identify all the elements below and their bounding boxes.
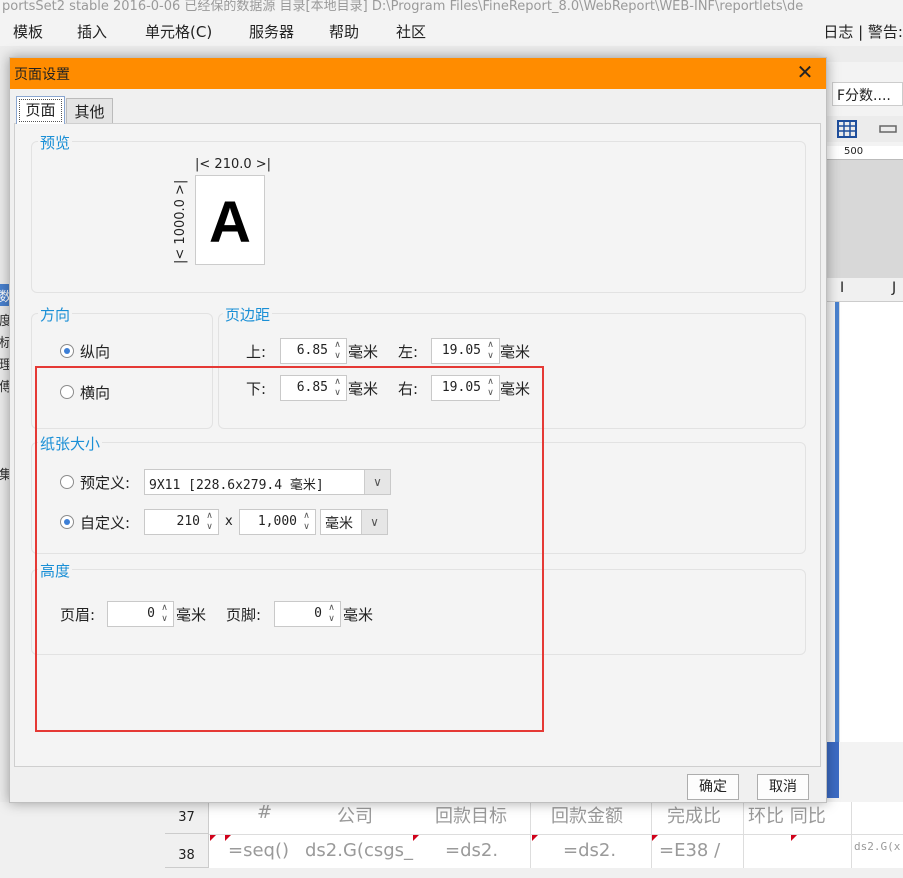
app-title-bar: portsSet2 stable 2016-0-06 已经保的数据源 目录[本地…: [0, 0, 903, 14]
preview-glyph: A: [209, 190, 251, 255]
highlight-box: [35, 366, 544, 732]
margin-top-input[interactable]: 6.85 ∧ ∨: [280, 338, 347, 364]
preview-width-dimension: |< 210.0 >|: [195, 157, 272, 172]
preview-label: 预览: [38, 132, 73, 153]
cell[interactable]: ds2.G(x: [854, 840, 900, 853]
cell[interactable]: #: [257, 802, 272, 823]
menu-insert[interactable]: 插入: [77, 21, 107, 42]
table-icon[interactable]: [826, 116, 903, 142]
dialog-title-bar[interactable]: 页面设置 ✕: [10, 58, 826, 89]
column-header[interactable]: I: [840, 280, 844, 296]
selection-block: [826, 742, 839, 798]
cell[interactable]: 完成比: [667, 802, 721, 828]
margin-left-unit: 毫米: [500, 343, 531, 361]
menu-bar: 模板 插入 单元格(C) 服务器 帮助 社区 日志 | 警告:: [0, 14, 903, 46]
orientation-label: 方向: [38, 304, 73, 325]
margin-left-input[interactable]: 19.05 ∧ ∨: [431, 338, 500, 364]
menu-template[interactable]: 模板: [13, 21, 43, 42]
tab-page[interactable]: 页面: [16, 96, 65, 124]
app-right-pane: F分数.... 500 I J: [826, 62, 903, 802]
cell[interactable]: =seq(): [228, 840, 289, 861]
page-setup-dialog: 页面设置 ✕ 页面 其他 预览 |< 210.0 >| |< 1000.0 >|…: [9, 57, 827, 803]
preview-height-dimension: |< 1000.0 >|: [173, 179, 188, 264]
margin-top-label: 上:: [246, 343, 267, 361]
menu-community[interactable]: 社区: [396, 21, 426, 42]
cell[interactable]: 公司: [337, 802, 373, 828]
margin-top-unit: 毫米: [348, 343, 379, 361]
ok-button[interactable]: 确定: [687, 774, 739, 800]
dialog-title: 页面设置: [14, 67, 70, 83]
margin-left-label: 左:: [398, 343, 419, 361]
spinner-icon[interactable]: ∧ ∨: [330, 340, 345, 362]
column-header-row: I J: [826, 278, 903, 302]
spinner-icon[interactable]: ∧ ∨: [483, 340, 498, 362]
column-header[interactable]: J: [892, 280, 896, 296]
tab-page-panel: 预览 |< 210.0 >| |< 1000.0 >| A 方向 纵向 横向 页…: [14, 123, 821, 767]
cell[interactable]: 回款金额: [551, 802, 623, 828]
formula-box[interactable]: F分数....: [832, 82, 903, 106]
app-title-text: portsSet2 stable 2016-0-06 已经保的数据源 目录[本地…: [2, 0, 804, 14]
preview-paper: A: [195, 175, 265, 265]
right-toolbar: [826, 116, 903, 142]
portrait-radio[interactable]: [60, 344, 74, 358]
menu-cell[interactable]: 单元格(C): [145, 21, 212, 42]
cell[interactable]: =ds2.: [563, 840, 616, 861]
preview-height-text: 1000.0: [173, 199, 188, 245]
log-warning-link[interactable]: 日志 | 警告:: [823, 21, 903, 42]
cell[interactable]: =E38 /: [659, 840, 720, 861]
canvas-grey-area: [826, 160, 903, 278]
margin-top-value: 6.85: [296, 343, 328, 358]
cell[interactable]: 环比 同比: [748, 802, 826, 828]
close-icon[interactable]: ✕: [794, 61, 816, 83]
preview-width-text: 210.0: [214, 157, 252, 172]
cell[interactable]: =ds2.: [445, 840, 498, 861]
preview-group: [31, 141, 806, 293]
sheet-area: [839, 302, 903, 742]
tab-other[interactable]: 其他: [66, 98, 113, 124]
menu-help[interactable]: 帮助: [329, 21, 359, 42]
portrait-label[interactable]: 纵向: [80, 341, 110, 362]
margin-left-value: 19.05: [441, 343, 481, 358]
margins-label: 页边距: [223, 304, 273, 325]
row-header[interactable]: 38: [165, 834, 209, 868]
spreadsheet: 37 38 # 公司 回款目标 回款金额 完成比 环比 同比 =seq() ds…: [165, 802, 903, 868]
menu-server[interactable]: 服务器: [249, 21, 294, 42]
cancel-button[interactable]: 取消: [757, 774, 809, 800]
cell[interactable]: ds2.G(csgs_: [305, 840, 413, 861]
ruler: 500: [826, 146, 903, 160]
cell[interactable]: 回款目标: [435, 802, 507, 828]
tab-page-label: 页面: [19, 99, 62, 122]
row-header[interactable]: 37: [165, 802, 209, 834]
